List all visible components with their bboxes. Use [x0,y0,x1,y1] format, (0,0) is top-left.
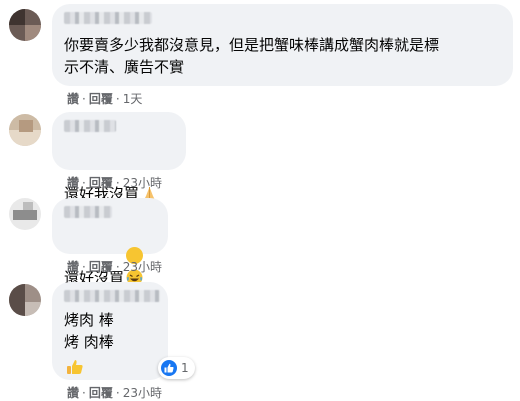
separator: · [115,176,120,190]
like-icon [161,360,177,376]
comment-bubble: 烤肉 棒 烤 肉棒 [52,282,168,380]
reaction-count-number: 1 [181,361,189,375]
comment-actions: 讚 · 回覆 · 1天 [67,90,142,107]
avatar[interactable] [9,9,41,41]
avatar[interactable] [9,114,41,146]
separator: · [115,260,120,274]
separator: · [115,92,120,106]
timestamp[interactable]: 23小時 [123,174,162,191]
reply-button[interactable]: 回覆 [89,90,113,107]
commenter-name[interactable] [64,12,152,24]
commenter-name[interactable] [64,290,160,302]
reply-button[interactable]: 回覆 [89,258,113,275]
comment-actions: 讚 · 回覆 · 23小時 [67,258,162,275]
timestamp[interactable]: 1天 [123,90,143,107]
thumbs-up-emoji [66,358,84,376]
comment-text: 你要賣多少我都沒意見，但是把蟹味棒講成蟹肉棒就是標 示不清、廣告不實 [64,36,440,76]
timestamp[interactable]: 23小時 [123,258,162,275]
like-button[interactable]: 讚 [67,258,79,275]
commenter-name[interactable] [64,206,112,218]
comment-bubble: 還好沒買 [52,198,168,287]
avatar[interactable] [9,198,41,230]
separator: · [82,176,86,190]
commenter-name[interactable] [64,120,116,132]
comment-bubble: 還好我沒買 [52,112,186,203]
comment-actions: 讚 · 回覆 · 23小時 [67,174,162,191]
separator: · [82,386,86,400]
separator: · [115,386,120,400]
reaction-count[interactable]: 1 [158,357,195,379]
like-button[interactable]: 讚 [67,174,79,191]
reply-button[interactable]: 回覆 [89,384,113,401]
separator: · [82,92,86,106]
like-button[interactable]: 讚 [67,90,79,107]
comment-actions: 讚 · 回覆 · 23小時 [67,384,162,401]
comment-text: 還好沒買 [64,225,168,289]
separator: · [82,260,86,274]
avatar[interactable] [9,284,41,316]
comment-text: 還好我沒買 [64,141,184,205]
like-button[interactable]: 讚 [67,384,79,401]
comment-bubble: 你要賣多少我都沒意見，但是把蟹味棒講成蟹肉棒就是標 示不清、廣告不實 [52,4,513,86]
reply-button[interactable]: 回覆 [89,174,113,191]
comment-text: 烤肉 棒 烤 肉棒 [64,311,114,351]
timestamp[interactable]: 23小時 [123,384,162,401]
